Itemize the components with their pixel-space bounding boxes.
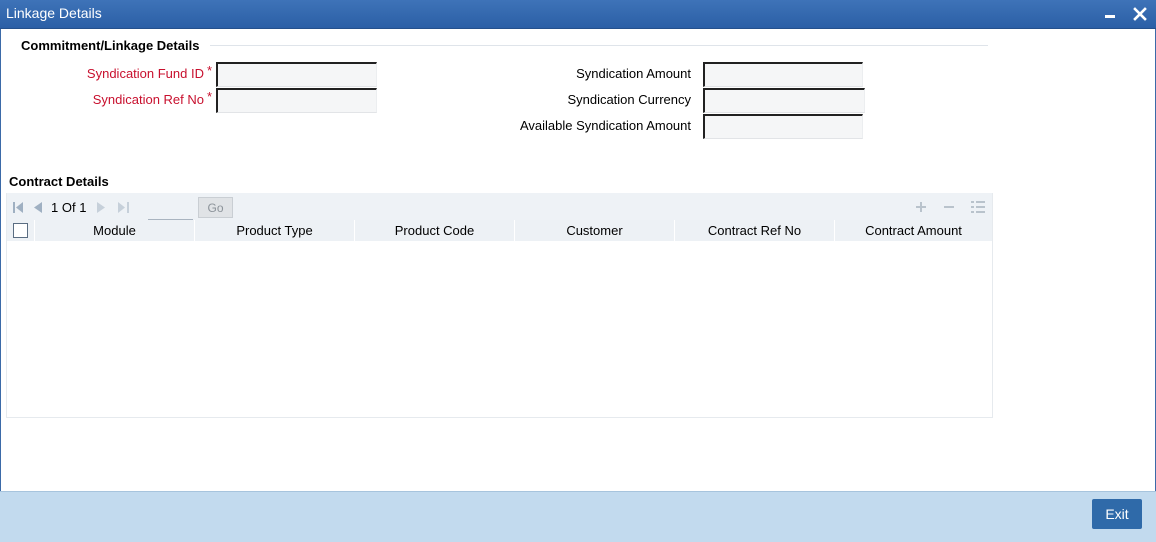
delete-row-icon[interactable] [943, 201, 955, 215]
column-contract-amount[interactable]: Contract Amount [835, 220, 992, 241]
window-title-bar: Linkage Details [0, 0, 1156, 29]
select-all-cell [7, 220, 35, 241]
contract-section-title: Contract Details [9, 174, 109, 189]
syndication-ref-no-label: Syndication Ref No [92, 92, 204, 107]
syndication-ref-no-input[interactable] [216, 88, 377, 113]
syndication-amount-input[interactable] [703, 62, 863, 87]
previous-page-icon[interactable] [33, 201, 42, 216]
syndication-currency-label: Syndication Currency [567, 92, 691, 107]
available-syndication-amount-input[interactable] [703, 114, 863, 139]
window-title: Linkage Details [6, 5, 102, 21]
of-label: Of [61, 200, 76, 215]
grid-toolbar: 1 Of 1 Go [7, 193, 992, 220]
pager-status: 1 Of 1 [51, 200, 86, 215]
last-page-icon[interactable] [118, 201, 129, 216]
total-pages: 1 [79, 200, 87, 215]
single-view-icon[interactable] [971, 201, 985, 215]
required-marker: * [207, 63, 213, 78]
first-page-icon[interactable] [13, 201, 24, 216]
syndication-fund-id-label: Syndication Fund ID [86, 66, 204, 81]
column-product-code[interactable]: Product Code [355, 220, 515, 241]
select-all-checkbox[interactable] [13, 223, 28, 238]
required-marker: * [207, 89, 213, 104]
syndication-fund-id-input[interactable] [216, 62, 377, 87]
go-button[interactable]: Go [198, 197, 233, 218]
minimize-icon[interactable] [1099, 3, 1121, 25]
column-product-type[interactable]: Product Type [195, 220, 355, 241]
available-syndication-amount-label: Available Syndication Amount [519, 118, 691, 133]
syndication-amount-label: Syndication Amount [576, 66, 691, 81]
grid-header: Module Product Type Product Code Custome… [7, 220, 992, 241]
syndication-currency-input[interactable] [703, 88, 865, 113]
exit-button[interactable]: Exit [1092, 499, 1142, 529]
contract-details-grid: 1 Of 1 Go Module Product Type Product Co… [6, 193, 993, 418]
add-row-icon[interactable] [915, 201, 927, 215]
column-customer[interactable]: Customer [515, 220, 675, 241]
section-divider [210, 45, 988, 46]
column-module[interactable]: Module [35, 220, 195, 241]
column-contract-ref-no[interactable]: Contract Ref No [675, 220, 835, 241]
linkage-section-title: Commitment/Linkage Details [21, 38, 200, 53]
next-page-icon[interactable] [97, 201, 106, 216]
current-page: 1 [51, 200, 59, 215]
page-number-input[interactable] [148, 200, 193, 220]
footer-bar: Exit [0, 491, 1156, 542]
close-icon[interactable] [1129, 3, 1151, 25]
